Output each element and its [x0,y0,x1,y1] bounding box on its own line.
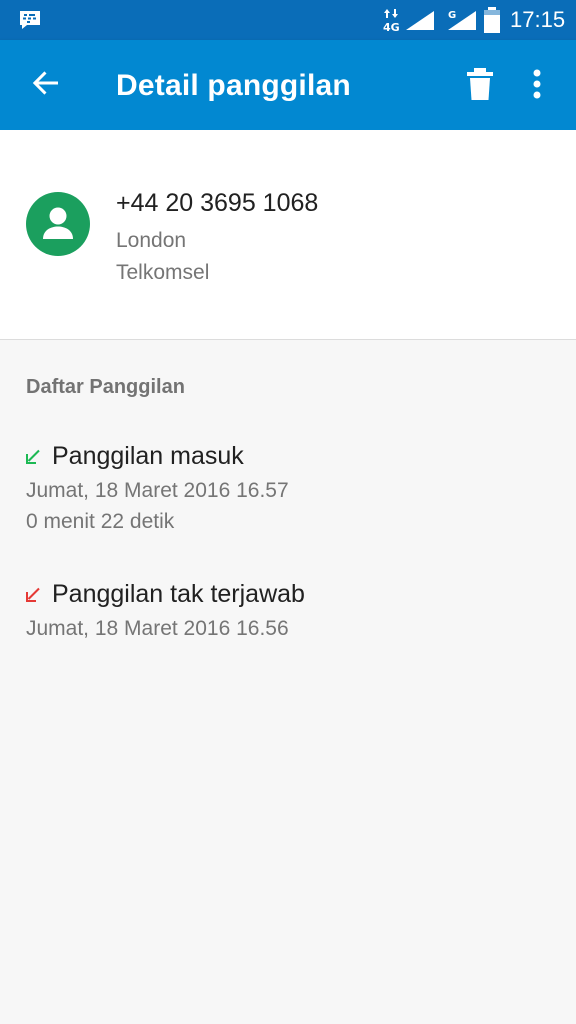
call-duration: 0 menit 22 detik [26,510,175,533]
call-list-title: Daftar Panggilan [26,376,185,398]
battery-icon [484,7,500,33]
call-date: Jumat, 18 Maret 2016 16.57 [26,479,289,502]
data-transfer-icon: 4G [383,9,400,33]
sim2-network-label: G [448,10,456,21]
signal-sim2-icon: G [448,10,476,30]
signal-sim1-icon [406,11,434,30]
trash-icon[interactable] [462,64,498,104]
number-location: London [116,229,187,252]
phone-number[interactable]: +44 20 3695 1068 [116,188,318,218]
avatar[interactable] [26,192,90,256]
network-type-label: 4G [383,21,400,33]
call-date: Jumat, 18 Maret 2016 16.56 [26,617,289,640]
bbm-notification-icon [20,11,40,29]
number-carrier: Telkomsel [116,261,210,284]
call-type: Panggilan tak terjawab [52,580,305,608]
incoming-call-icon [26,449,40,464]
contact-header: +44 20 3695 1068 London Telkomsel [0,130,576,340]
arrow-back-icon[interactable] [28,65,64,101]
more-vert-icon[interactable] [522,64,552,104]
status-bar: 4G G 17:15 [0,0,576,40]
status-time: 17:15 [510,7,566,32]
missed-call-icon [26,587,40,602]
call-type: Panggilan masuk [52,442,244,470]
person-icon [43,207,73,239]
app-bar: Detail panggilan [0,40,576,130]
page-title: Detail panggilan [116,69,351,102]
